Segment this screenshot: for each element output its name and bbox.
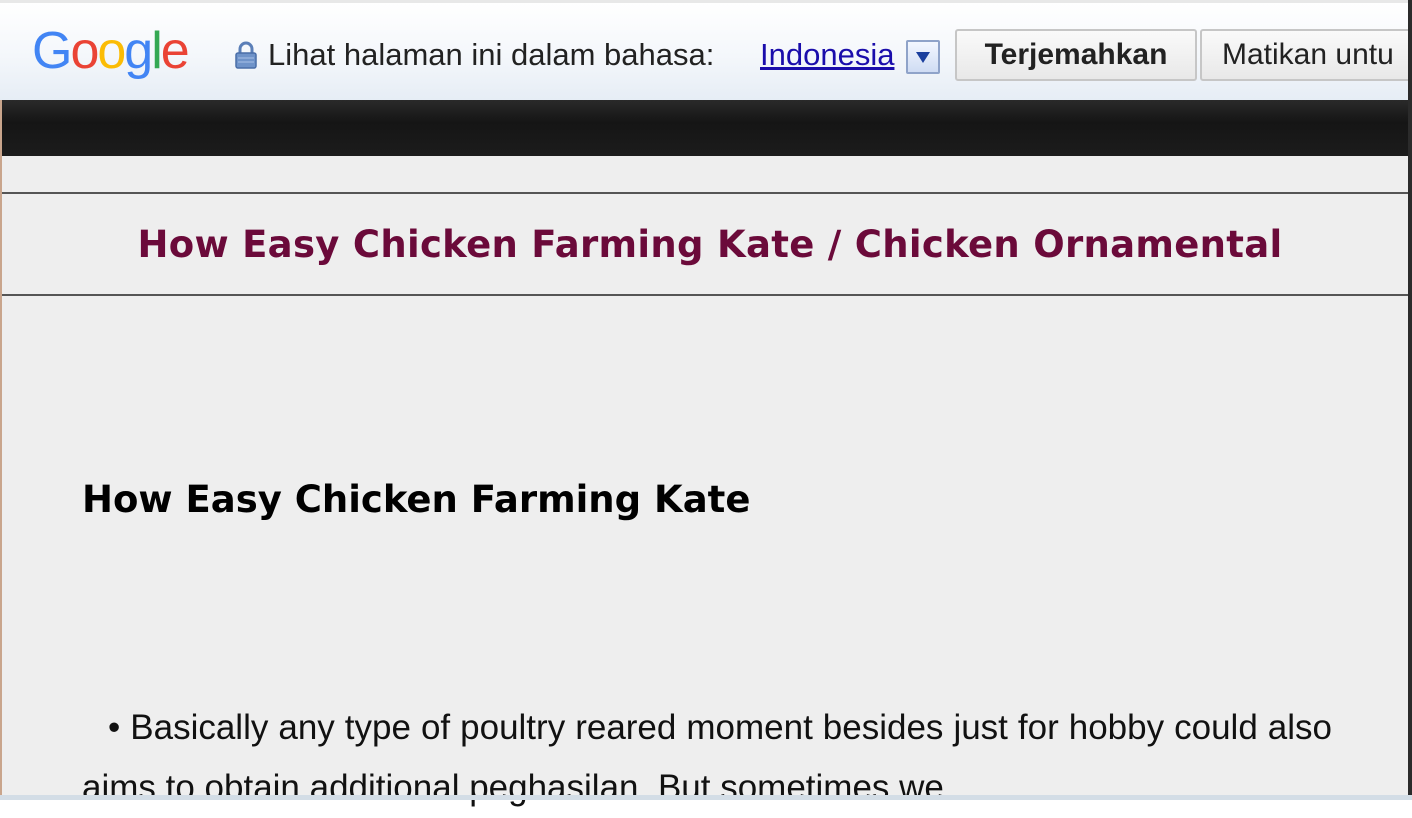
site-header-bar: [2, 100, 1410, 156]
site-title-box: How Easy Chicken Farming Kate / Chicken …: [2, 192, 1410, 296]
language-dropdown-button[interactable]: [906, 40, 940, 74]
turn-off-button[interactable]: Matikan untu: [1200, 29, 1412, 81]
view-page-label: Lihat halaman ini dalam bahasa:: [268, 37, 715, 72]
translate-bar: Google Lihat halaman ini dalam bahasa: I…: [0, 0, 1412, 100]
article-heading: How Easy Chicken Farming Kate: [82, 478, 751, 521]
bottom-strip: [0, 795, 1412, 800]
translate-button[interactable]: Terjemahkan: [955, 29, 1197, 81]
window-edge: [1408, 0, 1412, 800]
google-logo[interactable]: Google: [32, 21, 190, 81]
language-link[interactable]: Indonesia: [760, 37, 894, 73]
lock-icon: [235, 41, 257, 69]
article-paragraph: • Basically any type of poultry reared m…: [82, 708, 1332, 807]
site-title[interactable]: How Easy Chicken Farming Kate / Chicken …: [137, 223, 1282, 266]
page-content: How Easy Chicken Farming Kate / Chicken …: [0, 100, 1410, 807]
triangle-down-icon: [916, 51, 930, 63]
